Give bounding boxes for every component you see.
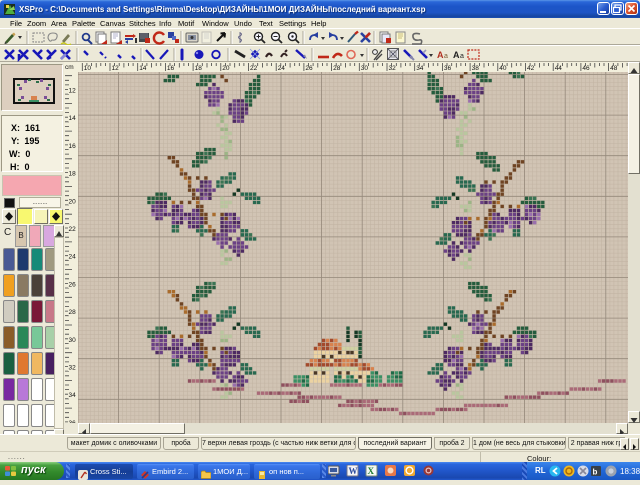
svg-text:10: 10 <box>84 65 92 72</box>
svg-text:28: 28 <box>333 65 341 72</box>
svg-text:18: 18 <box>69 171 77 178</box>
svg-text:24: 24 <box>278 65 286 72</box>
svg-text:38: 38 <box>472 65 480 72</box>
svg-text:42: 42 <box>527 65 535 72</box>
svg-text:32: 32 <box>389 65 397 72</box>
svg-text:a: a <box>444 53 448 60</box>
svg-text:A: A <box>437 50 444 60</box>
svg-text:46: 46 <box>582 65 590 72</box>
svg-text:36: 36 <box>444 65 452 72</box>
svg-text:20: 20 <box>69 198 77 205</box>
svg-text:a: a <box>460 53 464 60</box>
svg-text:16: 16 <box>69 143 77 150</box>
svg-text:22: 22 <box>69 226 77 233</box>
svg-text:14: 14 <box>69 115 77 122</box>
svg-text:28: 28 <box>69 309 77 316</box>
svg-text:30: 30 <box>69 337 77 344</box>
svg-text:34: 34 <box>416 65 424 72</box>
svg-text:12: 12 <box>112 65 120 72</box>
svg-text:24: 24 <box>69 254 77 261</box>
svg-text:W: W <box>349 466 358 476</box>
svg-text:44: 44 <box>555 65 563 72</box>
svg-text:26: 26 <box>305 65 313 72</box>
svg-text:26: 26 <box>69 281 77 288</box>
svg-text:12: 12 <box>69 88 77 95</box>
svg-text:30: 30 <box>361 65 369 72</box>
svg-text:14: 14 <box>139 65 147 72</box>
svg-text:22: 22 <box>250 65 258 72</box>
svg-text:b: b <box>593 468 598 477</box>
svg-text:18: 18 <box>195 65 203 72</box>
svg-text:X: X <box>368 466 375 476</box>
svg-text:A: A <box>453 50 460 60</box>
svg-text:20: 20 <box>222 65 230 72</box>
svg-text:16: 16 <box>167 65 175 72</box>
svg-text:40: 40 <box>499 65 507 72</box>
svg-text:34: 34 <box>69 392 77 399</box>
svg-text:48: 48 <box>610 65 618 72</box>
svg-text:32: 32 <box>69 365 77 372</box>
